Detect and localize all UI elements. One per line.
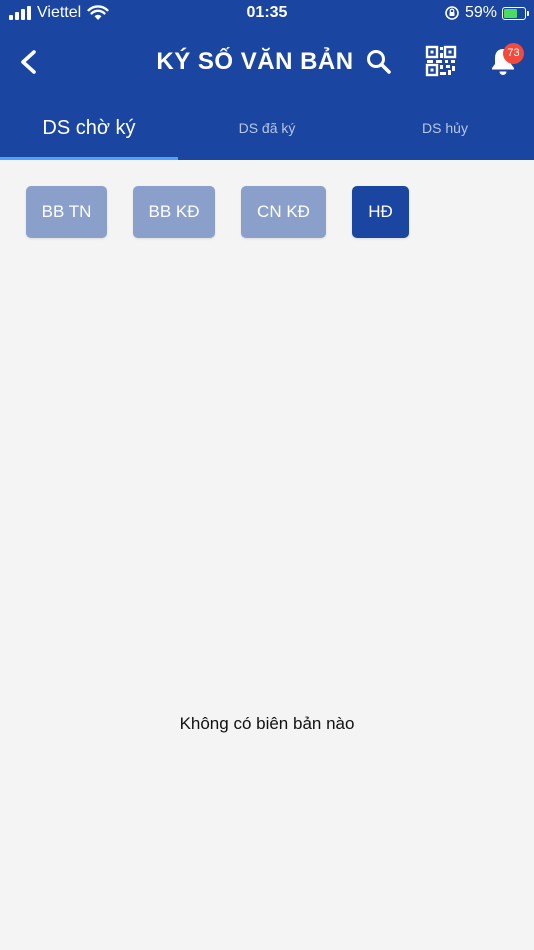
notification-count-badge: 73: [503, 43, 524, 64]
status-bar: Viettel 01:35 59%: [0, 0, 534, 28]
back-arrow-icon: [21, 50, 36, 74]
app-header: Viettel 01:35 59% KÝ SỐ VĂN BẢN 73 DS ch…: [0, 0, 534, 160]
tab-label: DS hủy: [422, 120, 468, 136]
tab-label: DS đã ký: [238, 120, 296, 136]
status-right: 59%: [444, 4, 529, 22]
battery-icon: [502, 6, 529, 20]
tab-pending-sign[interactable]: DS chờ ký: [0, 100, 178, 160]
qr-code-icon: [425, 45, 457, 77]
page-title: KÝ SỐ VĂN BẢN: [156, 48, 354, 75]
tab-bar: DS chờ ký DS đã ký DS hủy: [0, 100, 534, 160]
tab-signed[interactable]: DS đã ký: [178, 100, 356, 160]
tab-label: DS chờ ký: [42, 116, 136, 139]
document-type-filters: BB TN BB KĐ CN KĐ HĐ: [0, 186, 534, 238]
filter-chip-bb-tn[interactable]: BB TN: [26, 186, 107, 238]
tab-cancelled[interactable]: DS hủy: [356, 100, 534, 160]
qr-scan-button[interactable]: [424, 44, 458, 78]
filter-chip-bb-kd[interactable]: BB KĐ: [133, 186, 215, 238]
orientation-lock-icon: [445, 6, 459, 20]
filter-chip-cn-kd[interactable]: CN KĐ: [241, 186, 326, 238]
search-button[interactable]: [363, 46, 395, 78]
search-icon: [367, 50, 391, 74]
empty-state-message: Không có biên bản nào: [179, 714, 355, 733]
filter-chip-hd[interactable]: HĐ: [352, 186, 409, 238]
back-button[interactable]: [14, 44, 46, 80]
battery-percent: 59%: [464, 4, 497, 21]
